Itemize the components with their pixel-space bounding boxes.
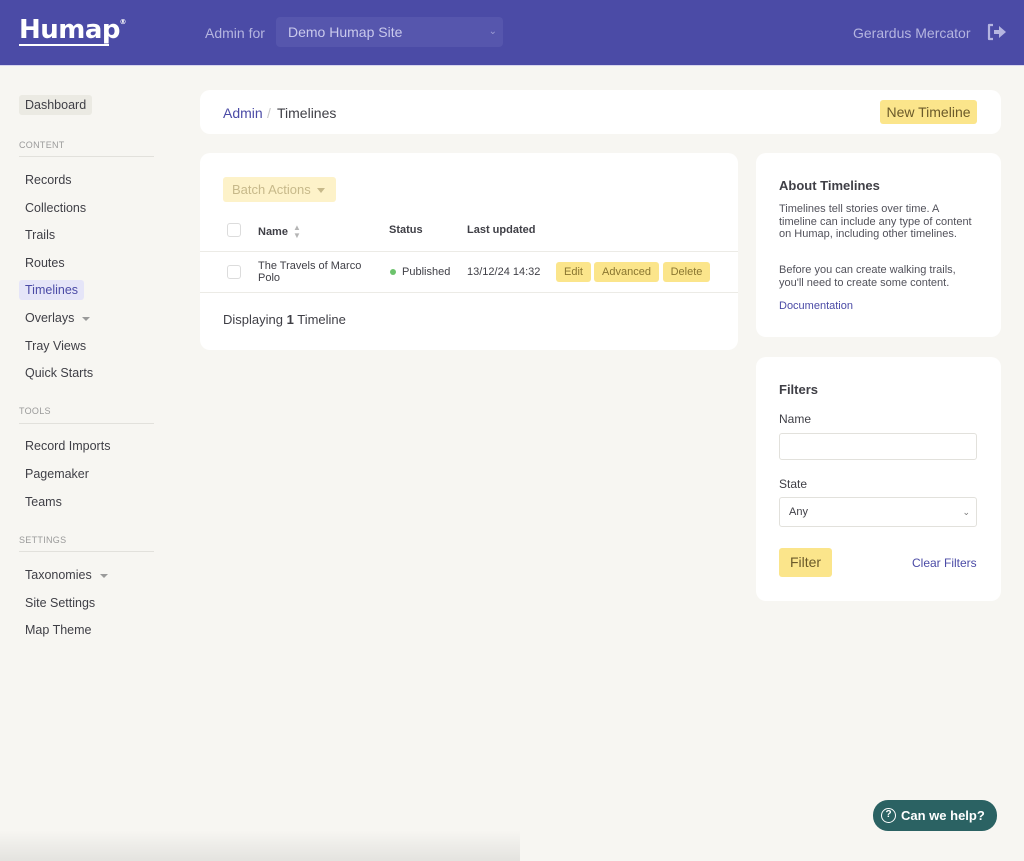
name-filter-input[interactable] xyxy=(779,433,977,460)
state-filter-select[interactable]: Any ⌄ xyxy=(779,497,977,527)
breadcrumb-bar: Admin / Timelines New Timeline xyxy=(200,90,1001,134)
top-bar: Humap ® Admin for Demo Humap Site ⌄ Gerar… xyxy=(0,0,1024,66)
filter-button[interactable]: Filter xyxy=(779,548,832,577)
sign-out-icon[interactable] xyxy=(987,23,1007,41)
sidebar-heading-content: CONTENT xyxy=(19,140,65,150)
status-dot-icon xyxy=(390,269,396,275)
breadcrumb-separator: / xyxy=(267,105,271,121)
name-filter-label: Name xyxy=(779,412,812,426)
sidebar-item-trails[interactable]: Trails xyxy=(19,225,61,245)
batch-actions-label: Batch Actions xyxy=(232,182,311,197)
user-name[interactable]: Gerardus Mercator xyxy=(853,25,970,41)
results-prefix: Displaying xyxy=(223,312,283,327)
humap-logo[interactable]: Humap ® xyxy=(19,15,126,45)
caret-down-icon xyxy=(99,573,108,578)
timelines-list: Batch Actions Name ▲ ▼ Status Last updated… xyxy=(200,153,738,350)
column-label: Name xyxy=(258,225,288,238)
sidebar-item-pagemaker[interactable]: Pagemaker xyxy=(19,464,95,484)
column-header-status: Status xyxy=(389,224,423,236)
sidebar-item-site-settings[interactable]: Site Settings xyxy=(19,593,101,613)
clear-filters-link[interactable]: Clear Filters xyxy=(912,556,977,570)
sidebar-item-tray-views[interactable]: Tray Views xyxy=(19,336,92,356)
row-divider xyxy=(200,251,738,252)
state-filter-label: State xyxy=(779,477,808,491)
sort-icon: ▲ ▼ xyxy=(292,223,301,240)
sidebar-item-timelines[interactable]: Timelines xyxy=(19,280,85,300)
results-suffix: Timeline xyxy=(297,312,346,327)
sidebar-item-record-imports[interactable]: Record Imports xyxy=(19,436,116,456)
sidebar-item-records[interactable]: Records xyxy=(19,170,78,190)
admin-for-label: Admin for xyxy=(205,25,265,41)
help-label: Can we help? xyxy=(901,808,985,823)
batch-actions-button[interactable]: Batch Actions xyxy=(223,177,336,202)
timeline-name[interactable]: The Travels of Marco Polo xyxy=(258,260,383,284)
sidebar-heading-tools: TOOLS xyxy=(19,406,51,416)
sidebar-item-quick-starts[interactable]: Quick Starts xyxy=(19,363,99,383)
site-select-value: Demo Humap Site xyxy=(288,24,403,40)
sidebar-item-label: Taxonomies xyxy=(25,568,92,582)
column-header-last-updated: Last updated xyxy=(467,224,536,236)
filters-panel: Filters Name State Any ⌄ Filter Clear Fi… xyxy=(756,357,1001,601)
results-number: 1 xyxy=(286,312,294,327)
divider xyxy=(19,551,154,552)
sidebar-heading-settings: SETTINGS xyxy=(19,535,67,545)
question-circle-icon: ? xyxy=(881,808,896,823)
filters-title: Filters xyxy=(779,382,819,397)
caret-down-icon xyxy=(82,316,91,321)
about-description: Timelines tell stories over time. A time… xyxy=(779,203,972,240)
sidebar-item-teams[interactable]: Teams xyxy=(19,492,68,512)
registered-mark: ® xyxy=(119,18,127,26)
chevron-down-icon: ⌄ xyxy=(488,26,497,37)
sidebar-item-collections[interactable]: Collections xyxy=(19,198,92,218)
logo-text: Humap xyxy=(19,15,121,45)
state-select-value: Any xyxy=(789,506,808,518)
documentation-link[interactable]: Documentation xyxy=(779,300,853,312)
sidebar-item-map-theme[interactable]: Map Theme xyxy=(19,620,97,640)
sidebar-item-overlays[interactable]: Overlays xyxy=(19,308,96,328)
about-title: About Timelines xyxy=(779,178,880,193)
chevron-down-icon: ⌄ xyxy=(962,507,970,517)
sidebar-item-dashboard[interactable]: Dashboard xyxy=(19,95,93,115)
status-label: Published xyxy=(402,266,451,278)
advanced-button[interactable]: Advanced xyxy=(594,262,659,282)
caret-down-icon xyxy=(316,188,325,194)
about-timelines-panel: About Timelines Timelines tell stories o… xyxy=(756,153,1001,337)
sidebar-item-label: Overlays xyxy=(25,311,75,325)
site-select[interactable]: Demo Humap Site ⌄ xyxy=(276,17,503,47)
divider xyxy=(19,423,154,424)
select-all-checkbox[interactable] xyxy=(227,223,241,237)
row-divider xyxy=(200,292,738,293)
delete-button[interactable]: Delete xyxy=(663,262,710,282)
about-note: Before you can create walking trails, yo… xyxy=(779,264,956,289)
sidebar-item-taxonomies[interactable]: Taxonomies xyxy=(19,565,114,585)
row-checkbox[interactable] xyxy=(227,265,241,279)
sidebar-item-routes[interactable]: Routes xyxy=(19,253,71,273)
column-header-name[interactable]: Name ▲ ▼ xyxy=(258,224,301,240)
breadcrumb-current: Timelines xyxy=(277,105,337,121)
edit-button[interactable]: Edit xyxy=(556,262,591,282)
new-timeline-button[interactable]: New Timeline xyxy=(880,100,977,124)
last-updated: 13/12/24 14:32 xyxy=(467,266,541,278)
bottom-shadow xyxy=(0,830,520,861)
divider xyxy=(19,156,154,157)
breadcrumb-admin-link[interactable]: Admin xyxy=(223,105,263,121)
results-count: Displaying 1 Timeline xyxy=(223,312,346,327)
help-button[interactable]: ? Can we help? xyxy=(873,800,997,831)
logo-underline xyxy=(19,44,109,46)
